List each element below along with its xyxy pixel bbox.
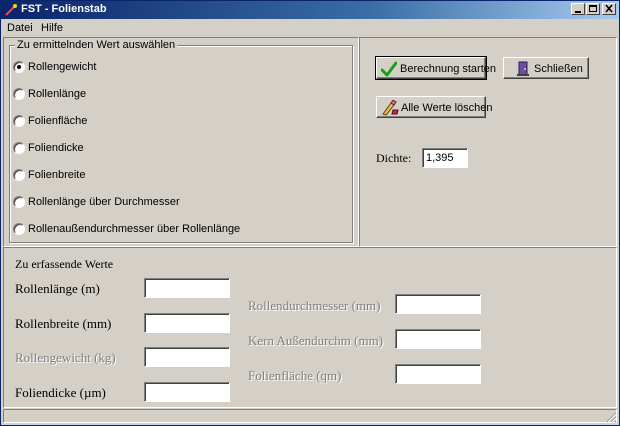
rollenbreite-input[interactable] — [144, 313, 230, 333]
close-window-button[interactable] — [602, 3, 616, 15]
rollendurchmesser-label: Rollendurchmesser (mm) — [248, 298, 381, 313]
radio-button[interactable] — [13, 142, 25, 154]
foliendicke-input[interactable] — [144, 382, 230, 402]
radio-label: Rollenaußendurchmesser über Rollenlänge — [28, 223, 241, 235]
status-bar — [3, 409, 617, 423]
radio-label: Rollengewicht — [28, 61, 97, 73]
radio-button[interactable] — [13, 223, 25, 235]
radio-label: Folienbreite — [28, 169, 86, 181]
radio-button[interactable] — [13, 61, 25, 73]
calculate-button-label: Berechnung starten — [400, 63, 497, 75]
eraser-pencil-icon — [382, 100, 399, 116]
rollenlaenge-input[interactable] — [144, 278, 230, 298]
door-exit-icon — [517, 61, 529, 76]
maximize-button[interactable] — [586, 3, 600, 15]
radio-button[interactable] — [13, 88, 25, 100]
menu-datei[interactable]: Datei — [7, 22, 33, 34]
density-input[interactable] — [422, 148, 468, 168]
radio-label: Foliendicke — [28, 142, 84, 154]
green-check-icon — [381, 61, 397, 77]
density-label: Dichte: — [376, 151, 412, 165]
window-title: FST - Folienstab — [21, 3, 107, 15]
rollenlaenge-label: Rollenlänge (m) — [15, 281, 100, 296]
input-values-heading: Zu erfassende Werte — [15, 257, 114, 271]
close-button-label: Schließen — [534, 63, 583, 75]
select-value-legend: Zu ermittelnden Wert auswählen — [15, 39, 178, 51]
folienflaeche-input[interactable] — [395, 364, 481, 384]
foliendicke-label: Foliendicke (µm) — [15, 385, 106, 400]
rollengewicht-label: Rollengewicht (kg) — [15, 350, 116, 365]
clear-all-button[interactable]: Alle Werte löschen — [376, 96, 493, 118]
radio-selected-dot — [17, 65, 21, 69]
kern-aussendurchmesser-label: Kern Außendurchm (mm) — [248, 333, 384, 348]
radio-button[interactable] — [13, 115, 25, 127]
close-button[interactable]: Schließen — [503, 57, 589, 79]
fst-app-icon — [5, 4, 17, 16]
rollenbreite-label: Rollenbreite (mm) — [15, 316, 112, 331]
rollendurchmesser-input[interactable] — [395, 294, 481, 314]
calculate-button[interactable]: Berechnung starten — [375, 56, 496, 80]
maximize-icon — [589, 5, 597, 12]
radio-label: Rollenlänge — [28, 88, 87, 100]
radio-button[interactable] — [13, 196, 25, 208]
radio-button[interactable] — [13, 169, 25, 181]
minimize-icon — [575, 11, 581, 13]
rollengewicht-input[interactable] — [144, 347, 230, 367]
resize-grip-icon[interactable] — [605, 411, 617, 423]
kern-aussendurchmesser-input[interactable] — [395, 329, 481, 349]
main-window: FST - Folienstab Datei Hilfe Zu ermittel… — [0, 0, 620, 426]
menu-hilfe[interactable]: Hilfe — [41, 22, 63, 34]
radio-label: Rollenlänge über Durchmesser — [28, 196, 180, 208]
close-icon — [605, 4, 613, 13]
minimize-button[interactable] — [571, 3, 585, 15]
menu-bar: Datei Hilfe — [1, 19, 619, 37]
radio-label: Folienfläche — [28, 115, 88, 127]
title-bar[interactable]: FST - Folienstab — [1, 1, 619, 19]
folienflaeche-label: Folienfläche (qm) — [248, 368, 342, 383]
clear-all-button-label: Alle Werte löschen — [401, 102, 493, 114]
